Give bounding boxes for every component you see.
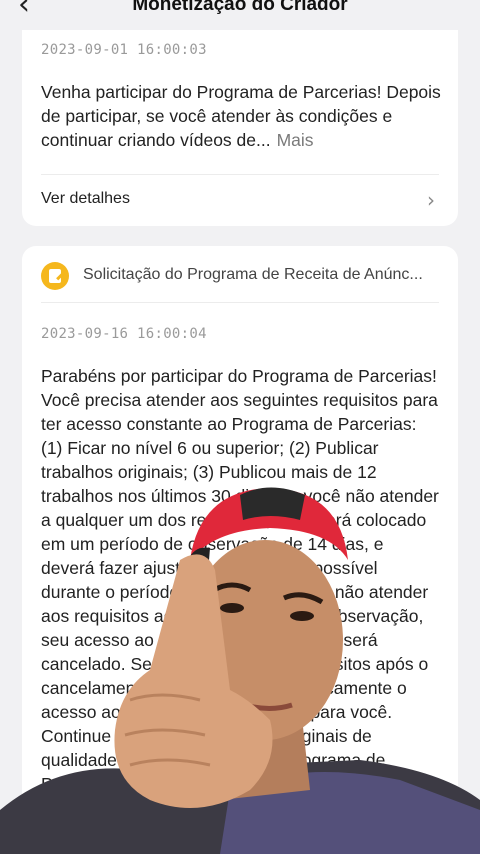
notification-message: Parabéns por participar do Programa de P… [41,366,439,794]
chevron-right-icon: › [427,188,435,212]
view-details-label: Ver detalhes [41,190,130,207]
message-text: Venha participar do Programa de Parceria… [41,82,441,150]
notification-timestamp: 2023-09-01 16:00:03 [41,42,207,58]
page-title: Monetização do Criador [132,0,348,15]
notification-message: Venha participar do Programa de Parceria… [41,80,441,152]
divider [41,174,439,175]
more-link[interactable]: Mais [277,130,314,150]
top-bar: ‹ Monetização do Criador [0,0,480,30]
view-details-row[interactable]: Ver detalhes › [41,188,439,214]
divider [41,302,439,303]
document-edit-icon [41,262,69,290]
notification-card[interactable]: 2023-09-01 16:00:03 Venha participar do … [22,0,458,226]
notification-title: Solicitação do Programa de Receita de An… [83,266,423,283]
notification-card[interactable]: Solicitação do Programa de Receita de An… [22,246,458,854]
notification-timestamp: 2023-09-16 16:00:04 [41,326,207,342]
notification-header: Solicitação do Programa de Receita de An… [41,262,439,290]
